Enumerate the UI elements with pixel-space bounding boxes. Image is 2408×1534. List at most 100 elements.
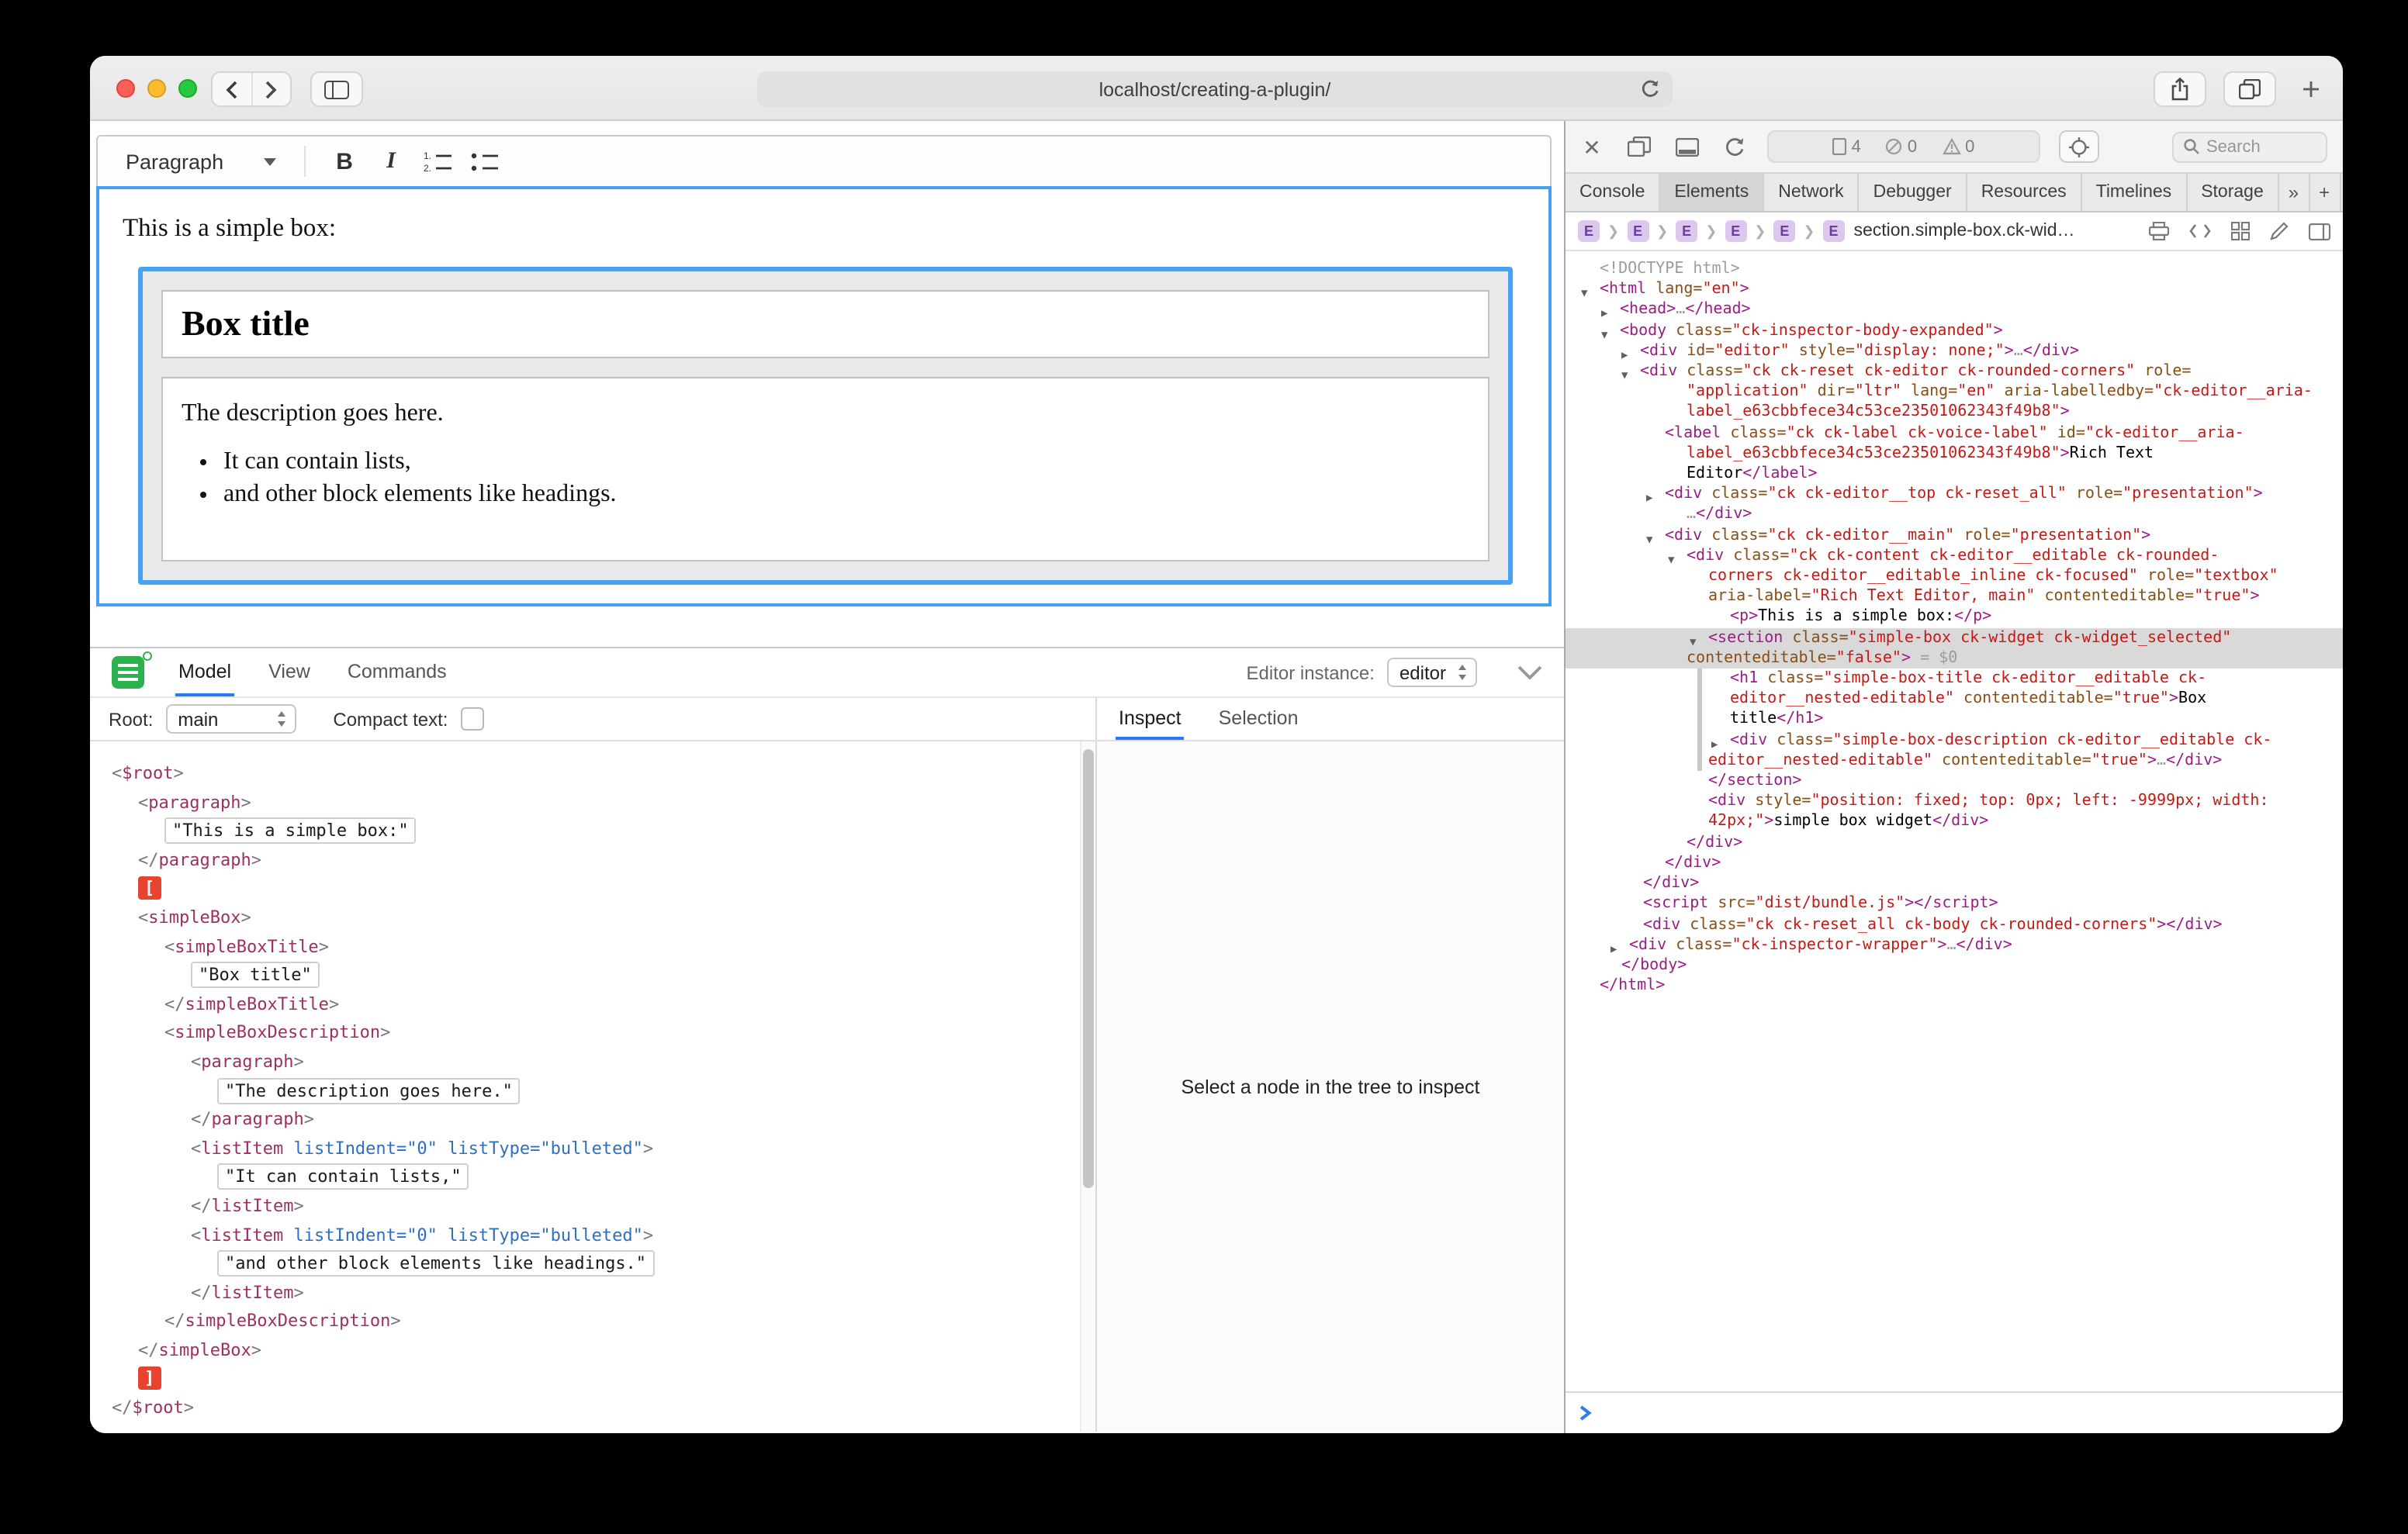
model-tree-line[interactable]: <simpleBoxDescription> xyxy=(90,1020,1095,1049)
dom-tree-line[interactable]: 42px;">simple box widget</div> xyxy=(1566,812,2343,832)
zoom-window-button[interactable] xyxy=(178,79,197,98)
dom-tree-line[interactable]: </div> xyxy=(1566,853,2343,873)
dom-tree-line[interactable]: <div style="position: fixed; top: 0px; l… xyxy=(1566,792,2343,812)
dom-tree-line[interactable]: ▼<div class="ck ck-reset ck-editor ck-ro… xyxy=(1566,361,2343,382)
inspector-tab-commands[interactable]: Commands xyxy=(344,648,450,696)
inspector-tab-inspect[interactable]: Inspect xyxy=(1116,698,1185,740)
inspector-tab-view[interactable]: View xyxy=(265,648,313,696)
dom-tree-line[interactable]: ▶<head>…</head> xyxy=(1566,300,2343,320)
dom-tree-line[interactable]: "application" dir="ltr" lang="en" aria-l… xyxy=(1566,382,2343,402)
dom-tree-line[interactable]: title</h1> xyxy=(1566,710,2343,730)
grid-overlay-button[interactable] xyxy=(2231,222,2250,240)
dom-tree-line[interactable]: …</div> xyxy=(1566,505,2343,525)
element-crumb-icon[interactable]: E xyxy=(1627,220,1649,242)
dom-tree-line[interactable]: <label class="ck ck-label ck-voice-label… xyxy=(1566,423,2343,443)
model-tree-line[interactable]: <simpleBox> xyxy=(90,904,1095,933)
close-inspector-button[interactable]: ✕ xyxy=(1578,136,1606,157)
settings-button[interactable] xyxy=(2341,174,2343,211)
quick-console[interactable] xyxy=(1566,1391,2343,1433)
devtools-tab-resources[interactable]: Resources xyxy=(1967,174,2082,211)
model-tree-line[interactable]: "The description goes here." xyxy=(90,1077,1095,1106)
dom-tree-line[interactable]: </section> xyxy=(1566,771,2343,791)
reload-page-button[interactable] xyxy=(1724,136,1745,157)
model-tree-line[interactable]: ] xyxy=(90,1366,1095,1394)
italic-button[interactable]: I xyxy=(368,141,414,181)
dom-tree-line[interactable]: </body> xyxy=(1566,955,2343,976)
model-tree-line[interactable]: <paragraph> xyxy=(90,789,1095,817)
dock-bottom-button[interactable] xyxy=(1676,137,1699,156)
model-tree-line[interactable]: </simpleBox> xyxy=(90,1337,1095,1366)
model-tree-line[interactable]: "It can contain lists," xyxy=(90,1164,1095,1193)
root-select[interactable]: main xyxy=(165,704,296,734)
dom-tree-line[interactable]: label_e63cbbfece34c53ce23501062343f49b8"… xyxy=(1566,444,2343,464)
more-tabs-button[interactable]: » xyxy=(2279,174,2309,211)
model-tree-line[interactable]: </listItem> xyxy=(90,1279,1095,1308)
devtools-tab-debugger[interactable]: Debugger xyxy=(1860,174,1967,211)
model-tree-line[interactable]: <paragraph> xyxy=(90,1049,1095,1077)
devtools-tab-storage[interactable]: Storage xyxy=(2187,174,2279,211)
paragraph-dropdown[interactable]: Paragraph xyxy=(113,145,289,178)
model-tree-line[interactable]: </$root> xyxy=(90,1394,1095,1423)
bold-button[interactable]: B xyxy=(321,141,368,181)
dom-tree-line[interactable]: ▶<div id="editor" style="display: none;"… xyxy=(1566,341,2343,361)
list-item[interactable]: and other block elements like headings. xyxy=(223,481,1469,509)
dom-tree-line[interactable]: Editor</label> xyxy=(1566,464,2343,484)
scrollbar-thumb[interactable] xyxy=(1083,749,1094,1188)
dom-tree-line[interactable]: ▼<div class="ck ck-content ck-editor__ed… xyxy=(1566,546,2343,566)
list-item[interactable]: It can contain lists, xyxy=(223,448,1469,476)
model-tree-line[interactable]: <listItem listIndent="0" listType="bulle… xyxy=(90,1221,1095,1250)
edit-button[interactable] xyxy=(2270,222,2289,240)
inspector-tab-model[interactable]: Model xyxy=(175,648,234,696)
dom-tree-line[interactable]: ▼<html lang="en"> xyxy=(1566,279,2343,299)
dom-tree-line[interactable]: aria-label="Rich Text Editor, main" cont… xyxy=(1566,587,2343,607)
box-title-heading[interactable]: Box title xyxy=(182,304,1469,344)
inspector-tab-selection[interactable]: Selection xyxy=(1216,698,1302,740)
dom-tree-line[interactable]: ▶<div class="simple-box-description ck-e… xyxy=(1566,730,2343,750)
dom-tree-line[interactable]: ▼<section class="simple-box ck-widget ck… xyxy=(1566,627,2343,648)
simple-box-description[interactable]: The description goes here. It can contai… xyxy=(161,377,1489,561)
numbered-list-button[interactable]: 1.2. xyxy=(414,141,461,181)
back-button[interactable] xyxy=(213,73,252,105)
model-tree-line[interactable]: </paragraph> xyxy=(90,847,1095,876)
add-tab-button[interactable]: + xyxy=(2309,174,2341,211)
element-crumb-icon[interactable]: E xyxy=(1676,220,1697,242)
dom-tree-line[interactable]: corners ck-editor__editable_inline ck-fo… xyxy=(1566,566,2343,586)
issue-count[interactable]: 0 xyxy=(1886,137,1917,156)
dom-tree-line[interactable]: label_e63cbbfece34c53ce23501062343f49b8"… xyxy=(1566,403,2343,423)
model-tree-line[interactable]: "This is a simple box:" xyxy=(90,817,1095,846)
intro-paragraph[interactable]: This is a simple box: xyxy=(123,212,1525,244)
dom-tree-line[interactable]: contenteditable="false"> = $0 xyxy=(1566,648,2343,669)
share-button[interactable] xyxy=(2154,71,2206,107)
model-tree-line[interactable]: "and other block elements like headings.… xyxy=(90,1250,1095,1279)
dom-tree-line[interactable]: <p>This is a simple box:</p> xyxy=(1566,607,2343,627)
editor-instance-select[interactable]: editor xyxy=(1387,658,1477,687)
devtools-tab-elements[interactable]: Elements xyxy=(1660,174,1764,211)
dom-tree-line[interactable]: </html> xyxy=(1566,976,2343,996)
warning-count[interactable]: 0 xyxy=(1942,137,1974,156)
model-tree-line[interactable]: [ xyxy=(90,876,1095,904)
simple-box-widget[interactable]: Box title The description goes here. It … xyxy=(138,267,1513,585)
model-tree-line[interactable]: "Box title" xyxy=(90,962,1095,990)
dom-tree-line[interactable]: ▶<div class="ck-inspector-wrapper">…</di… xyxy=(1566,935,2343,955)
model-tree-scrollbar[interactable] xyxy=(1080,741,1095,1432)
close-window-button[interactable] xyxy=(116,79,135,98)
dom-tree-line[interactable]: ▶<div class="ck ck-editor__top ck-reset_… xyxy=(1566,484,2343,504)
dom-tree-line[interactable]: <!DOCTYPE html> xyxy=(1566,259,2343,279)
show-source-button[interactable] xyxy=(2189,223,2211,239)
sidebar-toggle-button[interactable] xyxy=(310,71,363,107)
collapse-inspector-button[interactable] xyxy=(1517,665,1542,679)
resource-count[interactable]: 4 xyxy=(1833,137,1861,156)
model-tree-line[interactable]: <simpleBoxTitle> xyxy=(90,933,1095,962)
search-input[interactable]: Search xyxy=(2172,131,2327,162)
dom-tree-line[interactable]: ▼<div class="ck ck-editor__main" role="p… xyxy=(1566,525,2343,545)
dom-tree-line[interactable]: ▼<body class="ck-inspector-body-expanded… xyxy=(1566,320,2343,340)
dom-tree-line[interactable]: editor__nested-editable" contenteditable… xyxy=(1566,751,2343,771)
simple-box-title[interactable]: Box title xyxy=(161,290,1489,358)
element-crumb-icon[interactable]: E xyxy=(1725,220,1746,242)
detach-button[interactable] xyxy=(1628,136,1651,157)
forward-button[interactable] xyxy=(252,73,290,105)
inspect-element-button[interactable] xyxy=(2059,130,2099,163)
model-tree-line[interactable]: </simpleBoxDescription> xyxy=(90,1308,1095,1337)
dom-tree-line[interactable]: editor__nested-editable" contenteditable… xyxy=(1566,689,2343,710)
dom-tree-line[interactable]: <script src="dist/bundle.js"></script> xyxy=(1566,894,2343,914)
